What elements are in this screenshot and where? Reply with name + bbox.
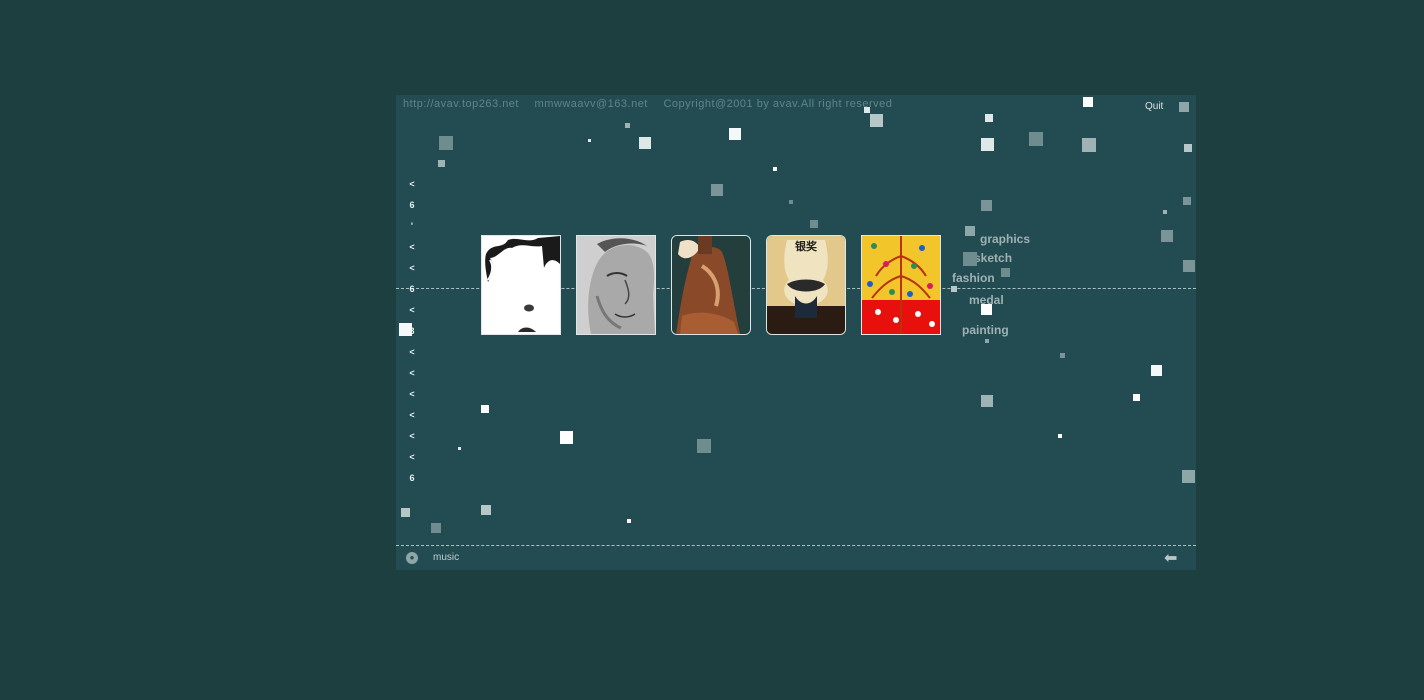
side-nav-item[interactable]: 6 xyxy=(406,198,418,219)
floating-square xyxy=(639,137,651,149)
site-info-line: http://avav.top263.net mmwwaavv@163.net … xyxy=(403,98,904,110)
graphics-thumbnail[interactable] xyxy=(481,235,561,335)
side-nav-item[interactable]: < xyxy=(406,429,418,450)
floating-square xyxy=(773,167,777,171)
site-url[interactable]: http://avav.top263.net xyxy=(403,98,519,110)
side-nav-item[interactable]: < xyxy=(406,345,418,366)
floating-square xyxy=(729,128,741,140)
floating-square xyxy=(1183,197,1191,205)
side-nav-item[interactable]: < xyxy=(406,240,418,261)
fashion-figure-image xyxy=(672,236,750,334)
floating-square xyxy=(627,519,631,523)
painting-pattern-image xyxy=(862,236,940,334)
floating-square xyxy=(981,138,994,151)
floating-square xyxy=(1133,394,1140,401)
medal-award-text: 银奖 xyxy=(795,239,818,253)
medal-vase-image: 银奖 xyxy=(767,236,845,334)
side-nav-item[interactable]: < xyxy=(406,408,418,429)
category-sketch-link[interactable]: sketch xyxy=(974,251,1012,265)
floating-square xyxy=(1163,210,1167,214)
side-nav-item[interactable]: < xyxy=(406,366,418,387)
category-graphics-link[interactable]: graphics xyxy=(980,232,1030,246)
quit-square-icon[interactable] xyxy=(1179,102,1189,112)
floating-square xyxy=(1183,260,1195,272)
floating-square xyxy=(481,405,489,413)
side-nav-item[interactable]: < xyxy=(406,177,418,198)
floating-square xyxy=(438,160,445,167)
side-nav-item[interactable]: < xyxy=(406,387,418,408)
floating-square xyxy=(481,505,491,515)
floating-square xyxy=(625,123,630,128)
floating-square xyxy=(1182,470,1195,483)
back-arrow-icon[interactable]: ⬅ xyxy=(1164,548,1177,568)
copyright-text: Copyright@2001 by avav.All right reserve… xyxy=(663,98,893,110)
floating-square xyxy=(697,439,711,453)
floating-square xyxy=(1001,268,1010,277)
floating-square xyxy=(951,286,957,292)
side-nav-item[interactable]: < xyxy=(406,303,418,324)
floating-square xyxy=(1184,144,1192,152)
footer-bar: ● music ⬅ xyxy=(396,550,1196,570)
floating-square xyxy=(1083,97,1093,107)
quit-button[interactable]: Quit xyxy=(1145,101,1163,112)
medal-thumbnail[interactable]: 银奖 xyxy=(766,235,846,335)
category-fashion-link[interactable]: fashion xyxy=(952,271,995,285)
floating-square xyxy=(789,200,793,204)
fashion-thumbnail[interactable] xyxy=(671,235,751,335)
floating-square xyxy=(864,107,870,113)
portfolio-stage: http://avav.top263.net mmwwaavv@163.net … xyxy=(396,95,1196,570)
side-nav-item[interactable]: 6 xyxy=(406,471,418,492)
floating-square xyxy=(981,395,993,407)
floating-square xyxy=(981,200,992,211)
floating-square xyxy=(458,447,461,450)
painting-thumbnail[interactable] xyxy=(861,235,941,335)
floating-square xyxy=(399,323,412,336)
floating-square xyxy=(1082,138,1096,152)
ink-graphic-image xyxy=(485,236,560,332)
floating-square xyxy=(870,114,883,127)
floating-square xyxy=(1151,365,1162,376)
floating-square xyxy=(711,184,723,196)
floating-square xyxy=(588,139,591,142)
floating-square xyxy=(1029,132,1043,146)
footer-divider-line xyxy=(396,545,1196,546)
floating-square xyxy=(965,226,975,236)
sketch-head-image xyxy=(577,236,655,334)
side-nav-item[interactable]: < xyxy=(406,450,418,471)
music-toggle-icon[interactable]: ● xyxy=(406,552,418,564)
contact-email[interactable]: mmwwaavv@163.net xyxy=(535,98,648,110)
floating-square xyxy=(401,508,410,517)
floating-square xyxy=(985,339,989,343)
floating-square xyxy=(985,114,993,122)
side-nav-item[interactable]: 6 xyxy=(406,282,418,303)
floating-square xyxy=(810,220,818,228)
floating-square xyxy=(439,136,453,150)
side-nav-item[interactable]: < xyxy=(406,261,418,282)
floating-square xyxy=(981,304,992,315)
category-painting-link[interactable]: painting xyxy=(962,323,1009,337)
side-nav-item[interactable]: ' xyxy=(406,219,418,240)
floating-square xyxy=(431,523,441,533)
floating-square xyxy=(1058,434,1062,438)
floating-square xyxy=(1161,230,1173,242)
sketch-thumbnail[interactable] xyxy=(576,235,656,335)
floating-square xyxy=(1060,353,1065,358)
floating-square xyxy=(560,431,573,444)
floating-square xyxy=(963,252,977,266)
music-label[interactable]: music xyxy=(433,552,459,563)
